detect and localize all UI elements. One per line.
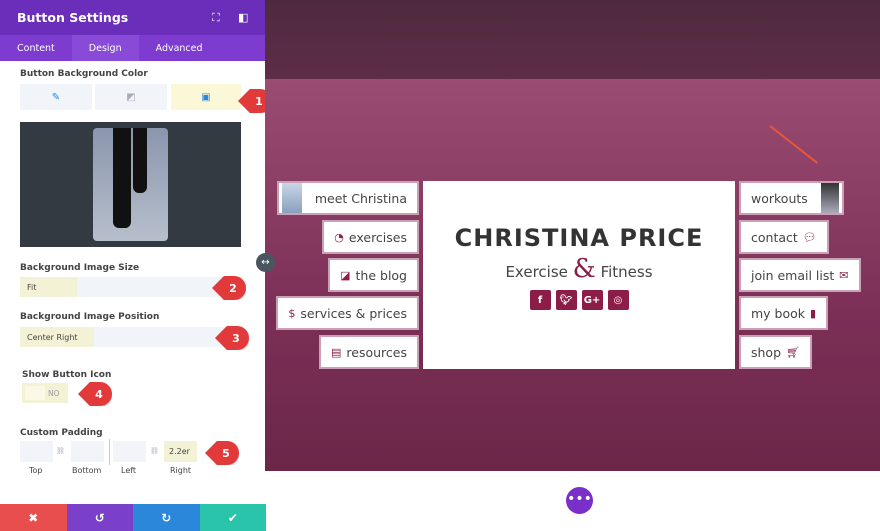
button-label: services & prices: [300, 305, 407, 321]
annotation-marker: 5: [205, 441, 239, 465]
nav-button-email[interactable]: join email list ✉: [739, 258, 861, 292]
bg-image-tab[interactable]: ▣: [171, 84, 241, 110]
color-icon: ✎: [51, 91, 61, 103]
runner-image: [93, 128, 168, 241]
padding-left-input[interactable]: [113, 441, 146, 462]
nav-button-exercises[interactable]: ◔ exercises: [322, 220, 419, 254]
panel-title: Button Settings: [17, 10, 129, 25]
instagram-icon[interactable]: ◎: [607, 290, 629, 310]
button-label: workouts: [751, 190, 808, 206]
pencil-icon: ◪: [340, 268, 351, 282]
bg-image-preview[interactable]: [20, 122, 241, 247]
padding-label: Custom Padding: [20, 428, 103, 438]
button-label: shop: [751, 344, 782, 360]
nav-button-shop[interactable]: shop 🛒︎: [739, 335, 812, 369]
cart-icon: 🛒︎: [786, 345, 800, 359]
padding-right-input[interactable]: 2.2er: [164, 441, 197, 462]
site-title: CHRISTINA PRICE: [454, 224, 704, 252]
undo-icon: ↺: [94, 510, 105, 525]
nav-button-meet-christina[interactable]: meet Christina: [276, 181, 419, 215]
workout-thumbnail: [820, 183, 839, 213]
close-icon: ✖: [28, 510, 39, 525]
cancel-button[interactable]: ✖: [0, 504, 67, 531]
padding-left-label: Left: [121, 466, 137, 475]
nav-button-workouts[interactable]: workouts: [739, 181, 844, 215]
bg-position-select[interactable]: Center Right: [20, 327, 241, 347]
bg-position-label: Background Image Position: [20, 312, 160, 322]
divider: [109, 439, 110, 465]
archive-icon: ▤: [331, 345, 342, 359]
tab-design[interactable]: Design: [71, 35, 139, 61]
gradient-icon: ◩: [126, 91, 136, 103]
toggle-value: NO: [48, 389, 60, 398]
button-label: my book: [751, 305, 806, 321]
button-label: resources: [346, 344, 407, 360]
top-section: [265, 0, 880, 79]
twitter-icon[interactable]: 🐦︎: [555, 290, 577, 310]
panel-header: Button Settings: [0, 0, 265, 35]
nav-button-contact[interactable]: contact 💬︎: [739, 220, 829, 254]
subtitle-exercise: Exercise: [505, 263, 568, 281]
show-icon-label: Show Button Icon: [22, 370, 112, 380]
link-icon[interactable]: ⛓: [150, 447, 159, 455]
facebook-icon[interactable]: f: [529, 290, 551, 310]
padding-right-label: Right: [170, 466, 192, 475]
padding-bottom-label: Bottom: [72, 466, 102, 475]
bg-size-label: Background Image Size: [20, 263, 140, 273]
undo-button[interactable]: ↺: [66, 504, 133, 531]
nav-button-services[interactable]: $ services & prices: [276, 296, 419, 330]
nav-button-book[interactable]: my book ▮: [739, 296, 829, 330]
fullscreen-icon[interactable]: ⛶: [212, 11, 220, 25]
page-preview: CHRISTINA PRICE Exercise & Fitness f 🐦︎ …: [265, 0, 880, 531]
bg-size-value: Fit: [20, 277, 77, 297]
link-icon[interactable]: ⛓: [56, 447, 65, 455]
dollar-icon: $: [288, 306, 296, 320]
tab-content[interactable]: Content: [0, 35, 72, 61]
button-label: the blog: [355, 267, 407, 283]
nav-button-blog[interactable]: ◪ the blog: [328, 258, 419, 292]
padding-bottom-input[interactable]: [71, 441, 104, 462]
redo-button[interactable]: ↻: [133, 504, 200, 531]
clock-icon: ◔: [334, 230, 344, 244]
avatar: [281, 183, 302, 213]
bg-color-tab[interactable]: ✎: [20, 84, 92, 110]
bg-color-label: Button Background Color: [20, 69, 148, 79]
button-label: meet Christina: [314, 190, 407, 206]
settings-panel: Button Settings ⛶ ◧ Content Design Advan…: [0, 0, 272, 531]
redo-icon: ↻: [161, 510, 172, 525]
bg-gradient-tab[interactable]: ◩: [95, 84, 167, 110]
bg-position-value: Center Right: [20, 327, 94, 347]
book-icon: ▮: [810, 306, 817, 320]
bg-size-select[interactable]: Fit: [20, 277, 241, 297]
more-options-button[interactable]: •••: [566, 487, 593, 514]
show-icon-toggle[interactable]: NO: [22, 383, 68, 403]
button-label: exercises: [348, 229, 407, 245]
panel-tabs: Content Design Advanced: [0, 35, 265, 61]
ampersand: &: [572, 254, 596, 284]
save-button[interactable]: ✔: [199, 504, 266, 531]
image-icon: ▣: [201, 91, 211, 103]
padding-top-input[interactable]: [20, 441, 53, 462]
padding-top-label: Top: [29, 466, 43, 475]
button-label: join email list: [751, 267, 835, 283]
check-icon: ✔: [227, 510, 238, 525]
button-label: contact: [751, 229, 798, 245]
tab-advanced[interactable]: Advanced: [139, 35, 220, 61]
resize-handle[interactable]: ↔: [256, 253, 275, 272]
annotation-marker: 4: [78, 382, 112, 406]
nav-button-resources[interactable]: ▤ resources: [319, 335, 419, 369]
chat-icon: 💬︎: [802, 230, 817, 244]
brand-card: CHRISTINA PRICE Exercise & Fitness f 🐦︎ …: [423, 181, 735, 369]
google-plus-icon[interactable]: G+: [581, 290, 603, 310]
envelope-icon: ✉: [839, 268, 849, 282]
sidebar-toggle-icon[interactable]: ◧: [238, 11, 248, 24]
subtitle-fitness: Fitness: [600, 263, 653, 281]
